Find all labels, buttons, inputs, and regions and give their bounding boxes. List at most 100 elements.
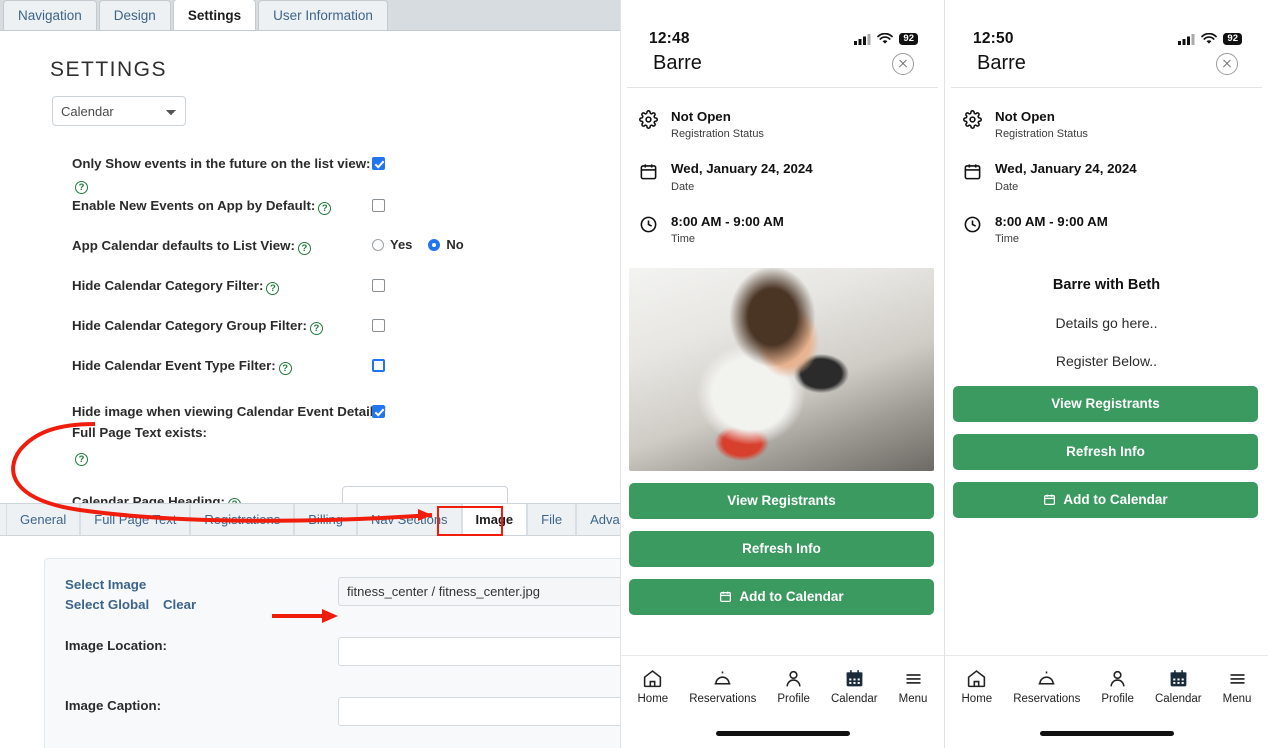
close-icon[interactable] [892,52,914,75]
option-row-hide-image: Hide image when viewing Calendar Event D… [0,401,620,468]
add-to-calendar-button[interactable]: Add to Calendar [629,578,934,615]
tab-user-information[interactable]: User Information [258,0,388,30]
select-image-link[interactable]: Select Image [65,577,338,592]
nav-item-menu[interactable]: Menu [1223,668,1251,705]
select-global-link[interactable]: Select Global [65,597,149,612]
detail-value: Not Open [995,109,1055,124]
event-image [629,267,934,471]
nav-item-reservations[interactable]: Reservations [689,668,756,705]
close-icon[interactable] [1216,52,1238,75]
calendar-icon [963,160,993,186]
clear-link[interactable]: Clear [163,597,196,612]
checkbox-hide-category-filter[interactable] [372,279,385,293]
nav-item-profile[interactable]: Profile [777,668,810,705]
image-location-input[interactable] [338,637,620,666]
option-row-hide-category-filter: Hide Calendar Category Filter:? [0,275,620,315]
view-registrants-button[interactable]: View Registrants [629,482,934,519]
view-registrants-button[interactable]: View Registrants [953,385,1258,422]
event-detail-line2: Register Below.. [1055,352,1158,369]
tab-settings-label: Settings [187,7,242,23]
tab-settings[interactable]: Settings [172,0,257,30]
help-icon[interactable]: ? [75,453,88,467]
bottom-nav-items: Home Reservations Profile Calendar Menu [621,668,944,705]
nav-item-calendar[interactable]: Calendar [1155,668,1202,705]
hamburger-icon [1230,674,1245,684]
bottom-nav-items: Home Reservations Profile Calendar Menu [945,668,1268,705]
phone-mockup-with-image: 12:48 92 Barre Not Open Registration Sta… [620,0,944,748]
checkbox-hide-category-group-filter[interactable] [372,319,385,333]
nav-item-home[interactable]: Home [638,668,668,705]
detail-texts: Wed, January 24, 2024 Date [669,160,813,192]
checkbox-enable-new-events[interactable] [372,199,385,213]
calendar-icon [720,591,732,603]
subtab-image[interactable]: Image [461,504,528,535]
refresh-info-button[interactable]: Refresh Info [953,433,1258,470]
nav-item-home[interactable]: Home [962,668,992,705]
page-heading-input[interactable] [342,486,508,503]
subtab-nav-sections-label: Nav Sections [370,512,448,527]
nav-item-reservations-label: Reservations [689,693,757,705]
subtab-general[interactable]: General [6,504,81,535]
selected-image-value[interactable]: fitness_center / fitness_center.jpg [338,577,620,606]
checkbox-hide-image[interactable] [372,405,385,419]
add-to-calendar-label: Add to Calendar [739,589,844,605]
add-to-calendar-button[interactable]: Add to Calendar [953,481,1258,518]
radio-yes[interactable] [372,238,384,251]
nav-item-menu[interactable]: Menu [898,668,928,705]
detail-sublabel: Date [995,180,1019,193]
battery-indicator: 92 [1223,32,1242,46]
gear-icon [963,108,993,134]
home-indicator [1039,731,1174,736]
nav-item-calendar[interactable]: Calendar [831,668,878,705]
module-select[interactable]: Calendar [52,96,186,126]
subtab-advanced[interactable]: Advanced [576,504,620,535]
help-icon[interactable]: ? [278,362,292,376]
subtab-full-page-text-label: Full Page Text [94,512,177,527]
subtab-file[interactable]: File [527,504,577,535]
subtab-registrations[interactable]: Registrations [190,504,295,535]
help-icon[interactable]: ? [266,282,280,296]
person-icon [786,670,801,687]
checkbox-only-show-future[interactable] [372,157,385,171]
hamburger-icon [906,674,921,684]
refresh-info-button[interactable]: Refresh Info [629,530,934,567]
help-icon[interactable]: ? [297,242,311,256]
detail-value: Not Open [671,109,731,124]
option-row-hide-category-group-filter: Hide Calendar Category Group Filter:? [0,315,620,355]
status-indicators: 92 [1178,32,1242,46]
nav-item-profile[interactable]: Profile [1101,668,1134,705]
calendar-icon [846,670,863,687]
image-location-row: Image Location: [65,637,620,685]
status-time: 12:50 [973,30,1014,47]
subtab-full-page-text[interactable]: Full Page Text [80,504,191,535]
bottom-navigation: Home Reservations Profile Calendar Menu [621,655,944,748]
option-row-only-show-future: Only Show events in the future on the li… [0,153,620,195]
tab-navigation[interactable]: Navigation [3,0,97,30]
subtab-billing[interactable]: Billing [294,504,357,535]
option-control [372,153,572,173]
help-icon[interactable]: ? [318,202,332,216]
settings-body: SETTINGS Calendar Only Show events in th… [0,31,620,503]
subtab-image-label: Image [475,512,514,527]
option-label-text: Hide Calendar Category Group Filter: [72,318,307,334]
radio-yes-label: Yes [390,237,413,253]
wifi-icon [877,33,894,44]
option-label: Enable New Events on App by Default:? [72,195,372,217]
nav-item-menu-label: Menu [898,693,928,705]
tab-design[interactable]: Design [98,0,171,30]
radio-no[interactable] [428,238,441,251]
nav-item-calendar-label: Calendar [830,693,878,705]
checkbox-hide-event-type-filter[interactable] [372,359,385,373]
option-row-page-heading: Calendar Page Heading:? [0,468,620,503]
detail-row-date: Wed, January 24, 2024 Date [945,160,1268,193]
help-icon[interactable]: ? [309,322,323,336]
subtab-nav-sections[interactable]: Nav Sections [356,504,462,535]
tab-navigation-label: Navigation [18,8,82,23]
option-control [372,355,572,375]
phone-page-title: Barre [977,52,1026,74]
help-icon[interactable]: ? [75,180,88,194]
nav-item-reservations[interactable]: Reservations [1013,668,1080,705]
detail-sublabel: Registration Status [995,128,1088,141]
radio-group-list-view: Yes No [372,237,572,252]
image-caption-input[interactable] [338,697,620,726]
